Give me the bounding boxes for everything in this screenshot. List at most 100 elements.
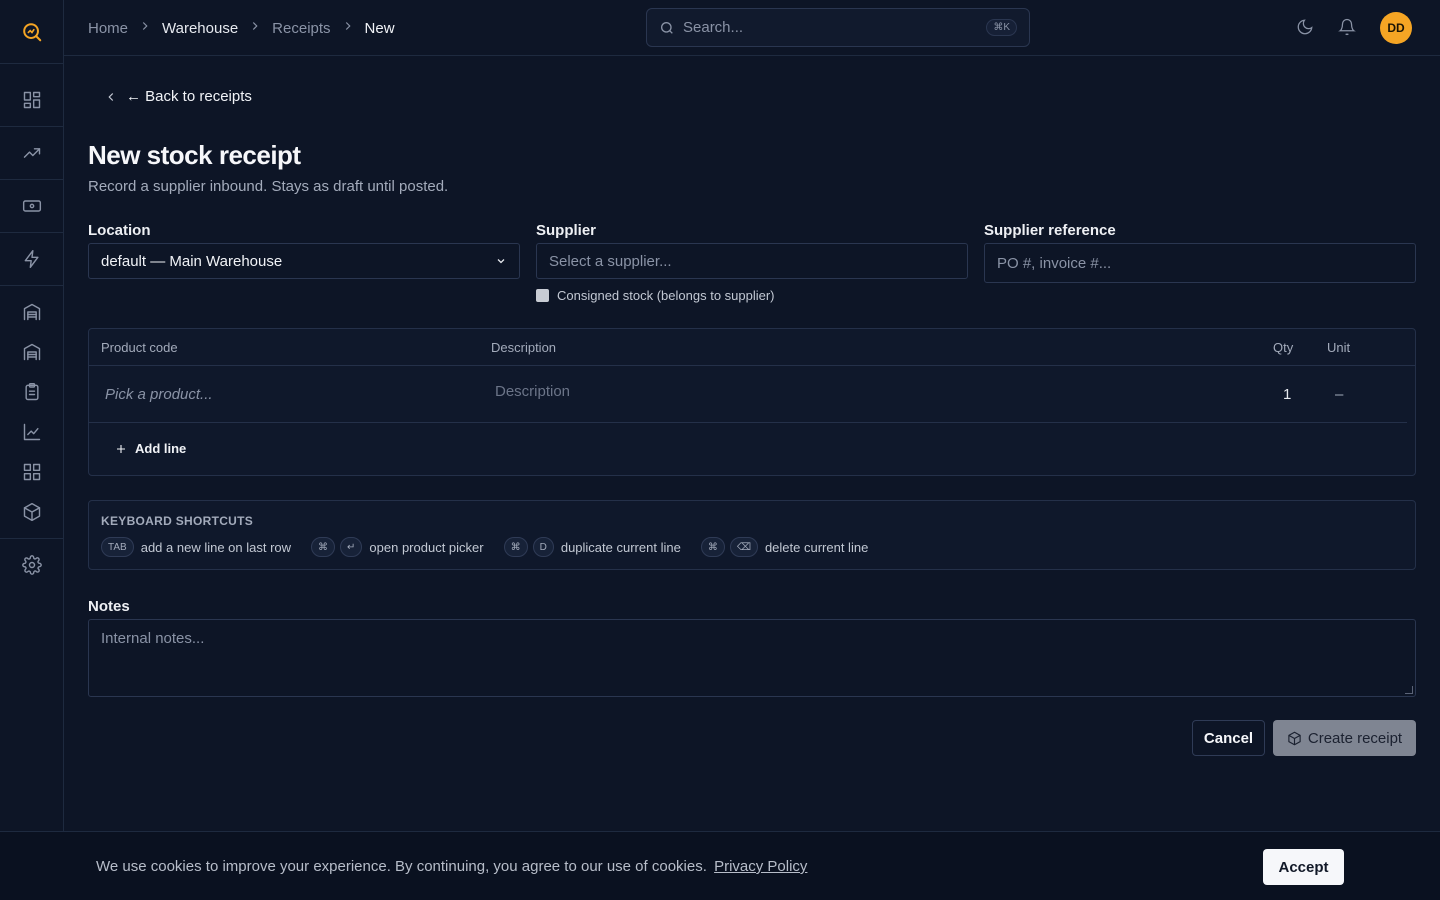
sidebar-item-tasks[interactable]: [0, 372, 63, 412]
kbd-key: TAB: [101, 537, 134, 557]
breadcrumb-home[interactable]: Home: [88, 20, 128, 37]
package-icon: [23, 502, 40, 522]
chevron-down-icon: [497, 259, 505, 264]
package-plus-icon: [1288, 731, 1301, 745]
consigned-row: Consigned stock (belongs to supplier): [536, 288, 968, 303]
kbd-key: ⌘: [700, 537, 725, 557]
add-line-label: Add line: [135, 441, 187, 456]
location-value: default — Main Warehouse: [101, 252, 283, 270]
header-description: Description: [491, 340, 557, 355]
back-to-receipts-link[interactable]: ← Back to receipts: [104, 88, 252, 105]
logo[interactable]: [0, 0, 63, 64]
table-row: Pick a product... Description 1 –: [89, 366, 1407, 423]
line-chart-icon: [23, 423, 40, 441]
zap-icon: [24, 249, 39, 269]
sidebar-item-automation[interactable]: [0, 239, 63, 279]
cookie-message: We use cookies to improve your experienc…: [96, 858, 707, 875]
resize-handle[interactable]: [1405, 686, 1413, 694]
warehouse-alt-icon: [23, 343, 40, 361]
dashboard-icon: [23, 91, 40, 109]
bell-icon: [1338, 18, 1356, 35]
sidebar-item-dashboard[interactable]: [0, 80, 63, 120]
avatar[interactable]: DD: [1380, 12, 1412, 44]
supplier-reference-input[interactable]: PO #, invoice #...: [984, 243, 1416, 283]
cookie-banner: We use cookies to improve your experienc…: [0, 831, 1440, 900]
trending-up-icon: [23, 148, 40, 158]
sidebar-item-settings[interactable]: [0, 545, 63, 585]
sidebar-item-warehouse-alt[interactable]: [0, 332, 63, 372]
accept-cookies-button[interactable]: Accept: [1263, 849, 1344, 885]
chevron-left-icon: [108, 92, 114, 101]
kbd-key: ⌘: [311, 537, 336, 557]
shortcut-description: open product picker: [369, 539, 484, 555]
kbd-key: ⌘: [503, 537, 528, 557]
sidebar-item-apps[interactable]: [0, 452, 63, 492]
grid-icon: [23, 463, 40, 481]
receipt-lines-table: Product code Description Qty Unit Pick a…: [88, 328, 1416, 476]
sidebar-item-products[interactable]: [0, 492, 63, 532]
kbd-key: ⌫: [729, 537, 758, 557]
search-icon: [661, 21, 673, 34]
logo-icon: [22, 22, 41, 41]
chevron-right-icon: [138, 19, 152, 37]
back-link-label: ← Back to receipts: [126, 88, 252, 105]
page-subtitle: Record a supplier inbound. Stays as draf…: [88, 178, 449, 195]
breadcrumb-receipts[interactable]: Receipts: [272, 20, 330, 37]
sidebar-item-reports[interactable]: [0, 412, 63, 452]
breadcrumb-new: New: [364, 19, 395, 37]
qty-input[interactable]: 1: [1283, 386, 1291, 403]
search-placeholder: Search...: [683, 19, 744, 36]
kbd-key: ↵: [340, 537, 363, 557]
notes-textarea[interactable]: Internal notes...: [88, 619, 1416, 697]
chevron-right-icon: [248, 19, 262, 37]
cookie-text: We use cookies to improve your experienc…: [96, 858, 807, 875]
shortcuts-title: KEYBOARD SHORTCUTS: [101, 514, 254, 528]
breadcrumb-warehouse[interactable]: Warehouse: [162, 20, 238, 37]
shortcut-description: duplicate current line: [560, 539, 681, 555]
table-header: Product code Description Qty Unit: [89, 329, 1415, 366]
consigned-checkbox[interactable]: [536, 289, 549, 302]
page-title: New stock receipt: [88, 140, 301, 170]
supplier-reference-field: Supplier reference PO #, invoice #...: [984, 222, 1416, 283]
location-select[interactable]: default — Main Warehouse: [88, 243, 520, 279]
theme-toggle-button[interactable]: [1296, 18, 1314, 39]
supplier-reference-label: Supplier reference: [984, 222, 1116, 239]
add-line-button[interactable]: Add line: [115, 441, 186, 456]
header-unit: Unit: [1327, 340, 1351, 355]
create-receipt-button[interactable]: Create receipt: [1273, 720, 1416, 756]
location-field: Location default — Main Warehouse: [88, 222, 520, 279]
create-receipt-label: Create receipt: [1307, 729, 1403, 747]
shortcut-description: delete current line: [764, 539, 869, 555]
kbd-key: D: [532, 537, 554, 557]
sidebar-item-finance[interactable]: [0, 186, 63, 226]
supplier-label: Supplier: [536, 222, 597, 239]
unit-value: –: [1335, 386, 1344, 403]
supplier-picker[interactable]: Select a supplier...: [536, 243, 968, 279]
sidebar-item-trends[interactable]: [0, 133, 63, 173]
notifications-button[interactable]: [1338, 18, 1356, 39]
moon-icon: [1297, 18, 1313, 34]
chevron-right-icon: [341, 19, 355, 37]
search-input[interactable]: Search... ⌘K: [646, 8, 1030, 47]
notes-placeholder: Internal notes...: [101, 630, 205, 647]
plus-icon: [117, 444, 125, 453]
topbar: Home Warehouse Receipts New Search... ⌘K…: [64, 0, 1440, 56]
shortcut-description: add a new line on last row: [140, 539, 292, 555]
location-label: Location: [88, 222, 151, 239]
sidebar-item-warehouse[interactable]: [0, 292, 63, 332]
shortcuts-list: TAB add a new line on last row ⌘ ↵ open …: [101, 537, 888, 557]
topbar-actions: DD: [1296, 12, 1412, 44]
cancel-button[interactable]: Cancel: [1192, 720, 1265, 756]
breadcrumb: Home Warehouse Receipts New: [88, 0, 395, 56]
supplier-field: Supplier Select a supplier... Consigned …: [536, 222, 968, 303]
product-picker[interactable]: Pick a product...: [105, 386, 213, 403]
privacy-policy-link[interactable]: Privacy Policy: [714, 858, 807, 875]
clipboard-icon: [24, 382, 39, 401]
search-shortcut-badge: ⌘K: [986, 19, 1017, 36]
settings-icon: [21, 555, 42, 575]
description-input[interactable]: Description: [495, 383, 570, 400]
banknote-icon: [22, 200, 41, 212]
sidebar: [0, 0, 64, 900]
notes-field: Notes Internal notes...: [88, 598, 1416, 697]
header-product-code: Product code: [101, 340, 178, 355]
